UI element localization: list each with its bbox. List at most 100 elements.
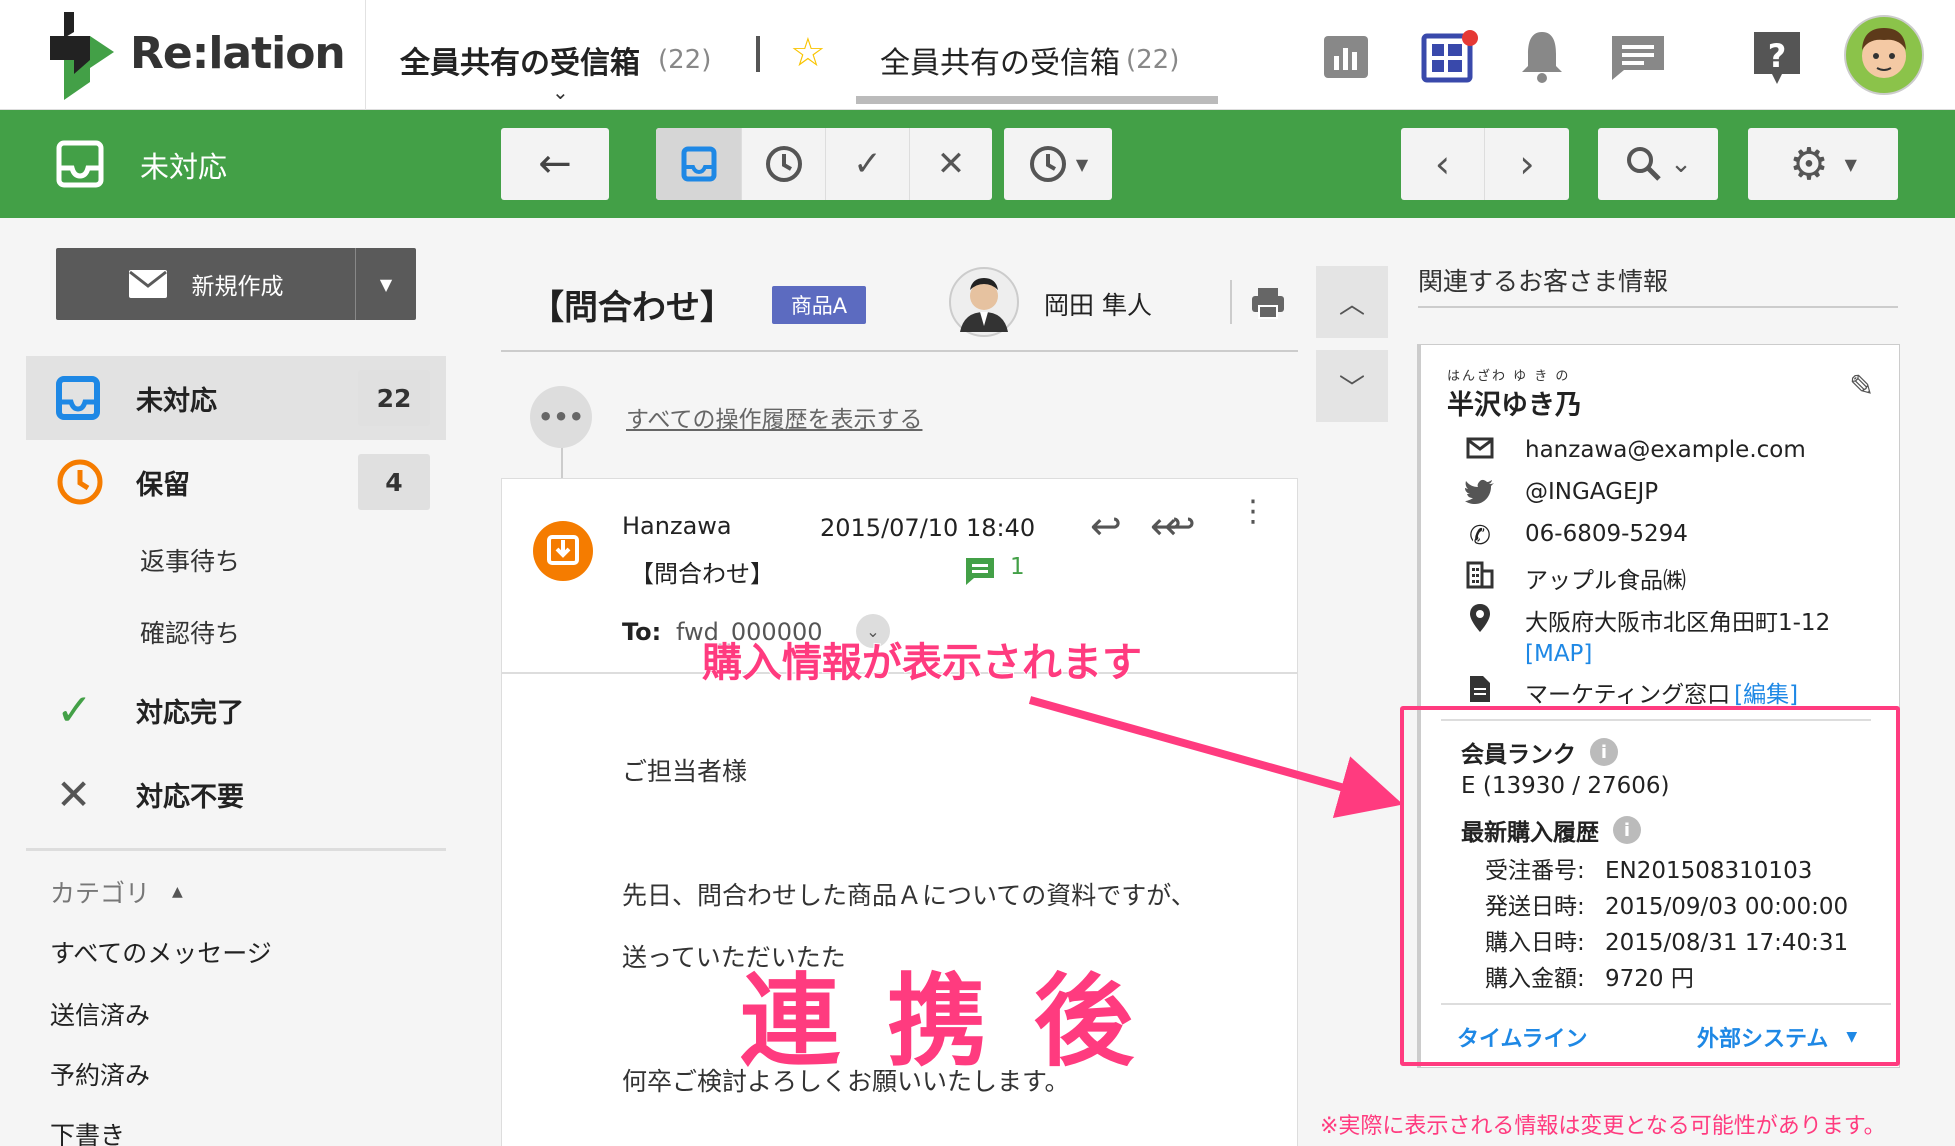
chevron-up-icon: ︿ [1338, 289, 1365, 320]
location-pin-icon [1470, 604, 1490, 632]
sidebar-item-hold[interactable]: 保留 4 [26, 440, 446, 524]
sidebar-item-awaiting-reply[interactable]: 返事待ち [140, 542, 240, 578]
status-close-button[interactable]: ✕ [910, 128, 992, 200]
chevron-down-icon[interactable]: ⌄ [552, 80, 569, 104]
assignee-name: 岡田 隼人 [1044, 291, 1152, 320]
category-item[interactable]: 予約済み [50, 1056, 150, 1092]
avatar[interactable] [1843, 14, 1925, 96]
status-title: 未対応 [140, 150, 228, 184]
gear-icon: ⚙ [1789, 138, 1829, 190]
tab-inbox[interactable]: 全員共有の受信箱 (22) [880, 38, 1179, 82]
tag-badge[interactable]: 商品A [772, 286, 866, 324]
snooze-dropdown[interactable]: ▼ [1004, 128, 1112, 200]
star-icon[interactable]: ☆ [790, 30, 826, 76]
active-tab-indicator [856, 96, 1218, 104]
category-item[interactable]: 送信済み [50, 996, 150, 1032]
divider [756, 36, 760, 72]
bell-icon[interactable] [1520, 28, 1564, 84]
edit-memo-link[interactable]: [編集] [1734, 675, 1798, 709]
email-row: hanzawa@example.com [1465, 437, 1806, 463]
reply-all-icon[interactable]: ↩↩ [1150, 504, 1195, 548]
phone-icon: ✆ [1469, 521, 1491, 551]
divider [501, 350, 1298, 352]
logo-text: Re:lation [130, 28, 346, 79]
to-label: To: [622, 618, 662, 646]
app-logo[interactable]: Re:lation [0, 0, 366, 110]
twitter-row: @INGAGEJP [1465, 479, 1658, 505]
sidebar-item-not-needed[interactable]: ✕ 対応不要 [26, 752, 446, 836]
compose-label: 新規作成 [191, 274, 284, 300]
callout-text: 購入情報が表示されます [701, 639, 1143, 687]
analytics-icon[interactable] [1322, 34, 1370, 80]
scroll-down-button[interactable]: ﹀ [1316, 350, 1388, 422]
memo-row: マーケティング窓口 [編集] [1465, 675, 1798, 709]
chevron-down-icon: ﹀ [1338, 373, 1365, 404]
clock-icon [1029, 146, 1066, 182]
category-item[interactable]: 下書き [50, 1116, 125, 1146]
sidebar-item-label: 対応不要 [136, 781, 244, 813]
count-badge: 22 [358, 370, 430, 426]
body-line: ご担当者様 [622, 757, 748, 786]
search-dropdown[interactable]: ⌄ [1598, 128, 1718, 200]
more-icon[interactable]: ••• [530, 386, 592, 448]
dashboard-icon[interactable] [1420, 30, 1480, 84]
back-button[interactable]: ← [501, 128, 609, 200]
category-header[interactable]: カテゴリ ▲ [50, 874, 183, 910]
mailbox-count: (22) [658, 45, 712, 75]
compose-button[interactable]: 新規作成 [56, 248, 356, 320]
settings-dropdown[interactable]: ⚙ ▼ [1748, 128, 1898, 200]
mailbox-selector[interactable]: 全員共有の受信箱 (22) [400, 38, 711, 82]
prev-button[interactable]: ‹ [1401, 128, 1485, 200]
customer-phone[interactable]: 06-6809-5294 [1525, 521, 1688, 547]
sidebar-item-awaiting-check[interactable]: 確認待ち [140, 614, 240, 650]
print-icon[interactable] [1250, 286, 1286, 320]
history-link[interactable]: すべての操作履歴を表示する [626, 400, 922, 434]
more-vert-icon[interactable]: ⋮ [1238, 497, 1268, 527]
category-item[interactable]: すべてのメッセージ [50, 934, 272, 970]
arrow-annotation [1028, 696, 1404, 819]
assignee-avatar[interactable] [948, 266, 1020, 338]
svg-text:?: ? [1768, 37, 1787, 75]
count-badge: 4 [358, 454, 430, 510]
customer-twitter[interactable]: @INGAGEJP [1525, 479, 1658, 505]
sidebar-item-done[interactable]: ✓ 対応完了 [26, 668, 446, 752]
status-open-button[interactable] [656, 128, 742, 200]
panel-title: 関連するお客さま情報 [1418, 267, 1669, 296]
inbox-icon [681, 146, 716, 182]
building-icon [1466, 561, 1494, 589]
tab-count: (22) [1126, 45, 1180, 75]
chevron-down-icon: ⌄ [1670, 149, 1692, 179]
sidebar-item-open[interactable]: 未対応 22 [26, 356, 446, 440]
close-icon: ✕ [936, 144, 966, 184]
customer-email[interactable]: hanzawa@example.com [1525, 437, 1806, 463]
status-hold-button[interactable] [742, 128, 826, 200]
help-icon[interactable]: ? [1752, 30, 1802, 86]
comment-icon[interactable] [964, 556, 996, 586]
map-link[interactable]: [MAP] [1525, 641, 1830, 667]
status-button-group: ✓ ✕ [656, 128, 992, 200]
customer-memo: マーケティング窓口 [1525, 682, 1731, 708]
status-done-button[interactable]: ✓ [826, 128, 910, 200]
sidebar-item-label: 対応完了 [136, 697, 244, 729]
clock-icon [765, 146, 802, 182]
sidebar-item-label: 保留 [136, 469, 190, 501]
customer-furigana: はんざわ ゆ き の [1447, 369, 1571, 384]
preview-subject: 【問合わせ】 [630, 560, 774, 588]
phone-row: ✆ 06-6809-5294 [1465, 521, 1688, 551]
chat-icon[interactable] [1610, 32, 1666, 82]
caret-down-icon: ▼ [1075, 154, 1089, 174]
twitter-icon [1465, 479, 1494, 504]
next-button[interactable]: › [1485, 128, 1569, 200]
divider [1418, 306, 1898, 308]
pencil-icon[interactable]: ✎ [1849, 369, 1874, 404]
top-header: Re:lation 全員共有の受信箱 (22) ⌄ ☆ 全員共有の受信箱 (22… [0, 0, 1955, 110]
big-annotation-label: 連 携 後 [739, 962, 1140, 1081]
sender-name[interactable]: Hanzawa [622, 512, 732, 540]
received-icon [533, 521, 593, 581]
scroll-up-button[interactable]: ︿ [1316, 266, 1388, 338]
sidebar-item-label: 未対応 [136, 385, 217, 417]
compose-menu-button[interactable]: ▼ [356, 248, 416, 320]
reply-icon[interactable]: ↩ [1090, 504, 1122, 548]
disclaimer-text: ※実際に表示される情報は変更となる可能性があります。 [1320, 1114, 1886, 1139]
check-icon: ✓ [56, 684, 93, 736]
